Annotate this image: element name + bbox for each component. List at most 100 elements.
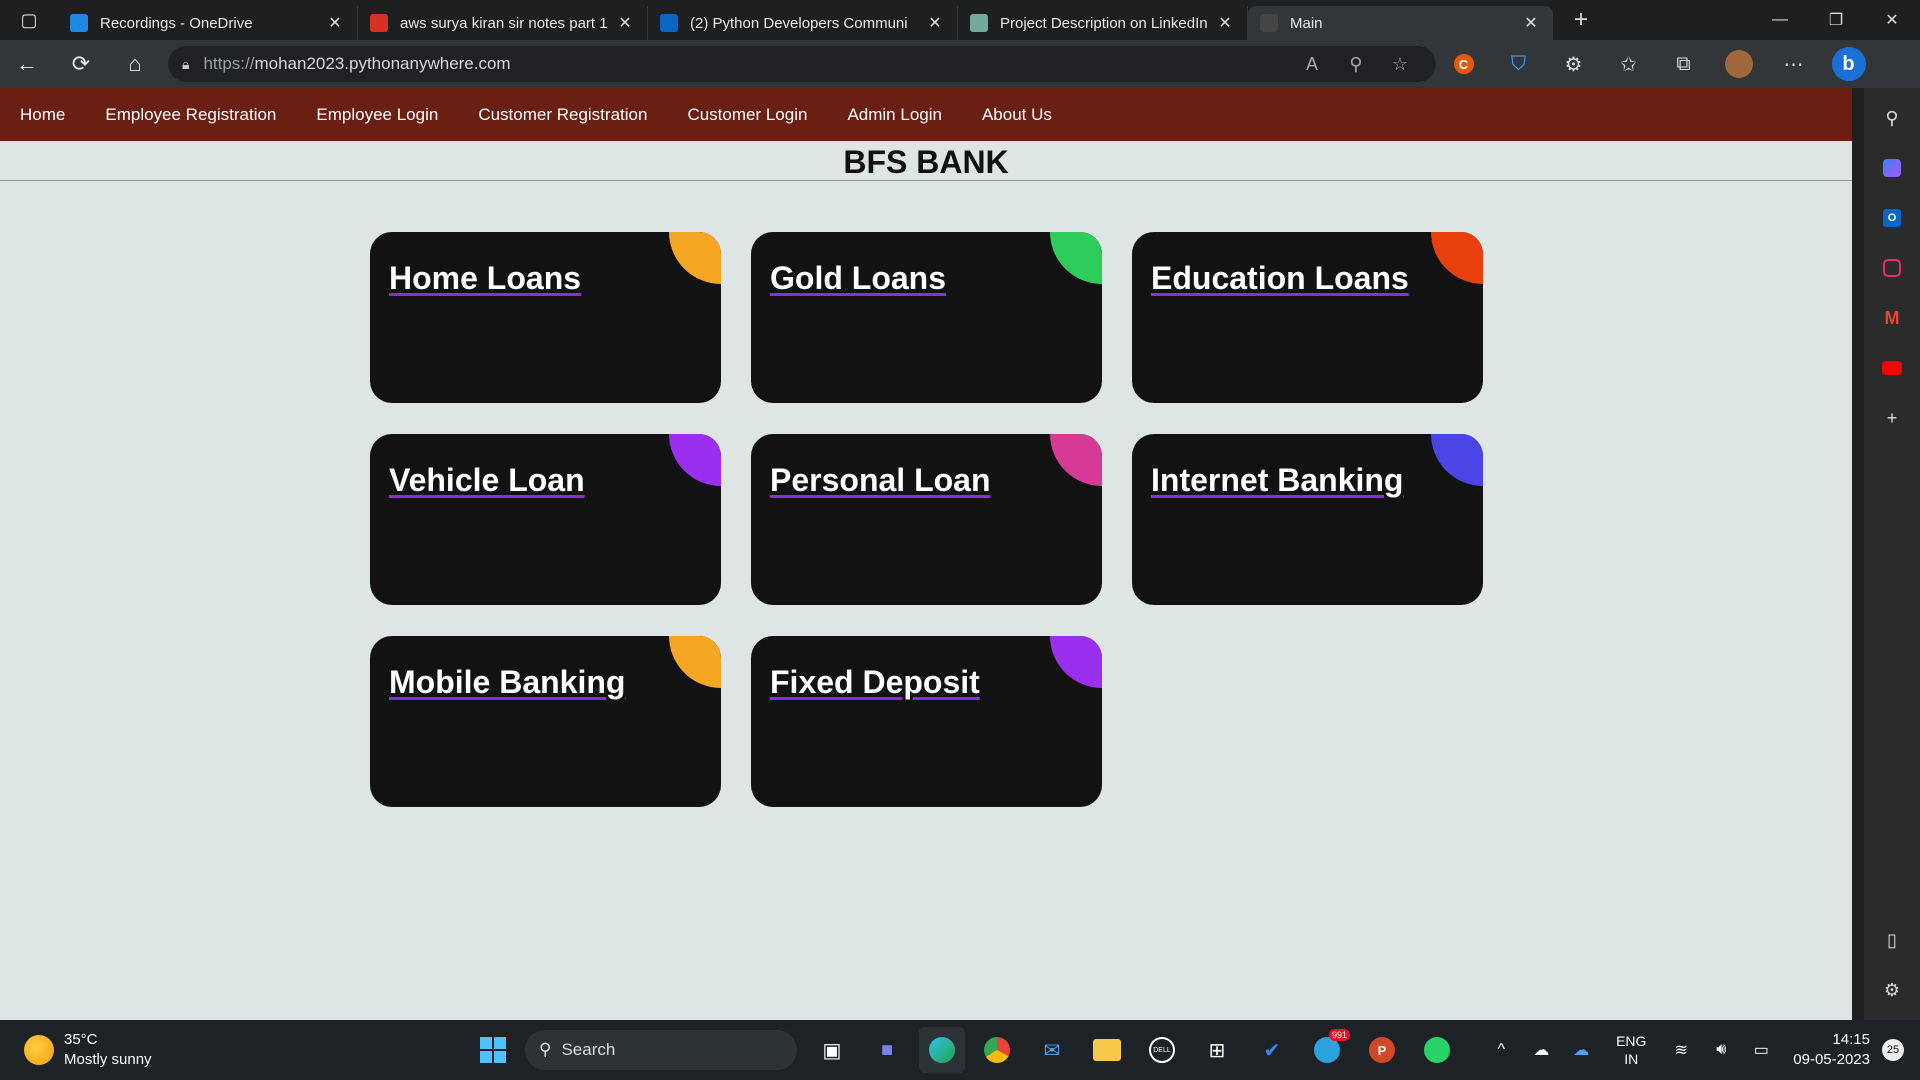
add-sidebar-app-icon[interactable]: +: [1872, 398, 1912, 438]
service-card-gold-loans[interactable]: Gold Loans: [751, 232, 1102, 403]
tab-title: (2) Python Developers Communi: [690, 14, 908, 32]
favorites-icon[interactable]: ✩: [1601, 44, 1656, 84]
close-tab-icon[interactable]: ✕: [615, 13, 635, 33]
nav-link-employee-login[interactable]: Employee Login: [316, 105, 438, 125]
minimize-button[interactable]: —: [1752, 0, 1808, 40]
collections-icon[interactable]: ⧉: [1656, 44, 1711, 84]
card-title-link[interactable]: Education Loans: [1151, 260, 1409, 297]
sidebar-toggle-icon[interactable]: ▯: [1872, 920, 1912, 960]
browser-tab[interactable]: Project Description on LinkedIn ✕: [958, 6, 1248, 40]
nav-link-admin-login[interactable]: Admin Login: [847, 105, 942, 125]
browser-tab[interactable]: aws surya kiran sir notes part 1.p ✕: [358, 6, 648, 40]
bing-chat-icon[interactable]: b: [1821, 44, 1876, 84]
browser-tab[interactable]: Recordings - OneDrive ✕: [58, 6, 358, 40]
profile-avatar[interactable]: [1711, 44, 1766, 84]
whatsapp-icon[interactable]: [1414, 1027, 1460, 1073]
todo-icon[interactable]: ✔: [1249, 1027, 1295, 1073]
tab-title: Recordings - OneDrive: [100, 14, 253, 32]
service-card-education-loans[interactable]: Education Loans: [1132, 232, 1483, 403]
close-window-button[interactable]: ✕: [1864, 0, 1920, 40]
restore-button[interactable]: ❐: [1808, 0, 1864, 40]
add-favorite-icon[interactable]: ☆: [1378, 54, 1422, 75]
clock-time: 14:15: [1832, 1031, 1870, 1048]
service-card-internet-banking[interactable]: Internet Banking: [1132, 434, 1483, 605]
gmail-icon[interactable]: M: [1872, 298, 1912, 338]
browser-tab[interactable]: Main ✕: [1248, 6, 1553, 40]
search-icon[interactable]: ⚲: [1872, 98, 1912, 138]
outlook-icon[interactable]: O: [1872, 198, 1912, 238]
microsoft-store-icon[interactable]: ⊞: [1194, 1027, 1240, 1073]
page-icon: [1260, 14, 1278, 32]
service-card-vehicle-loan[interactable]: Vehicle Loan: [370, 434, 721, 605]
nav-link-customer-login[interactable]: Customer Login: [687, 105, 807, 125]
card-title-link[interactable]: Home Loans: [389, 260, 581, 297]
mail-icon[interactable]: ✉: [1029, 1027, 1075, 1073]
card-title-link[interactable]: Internet Banking: [1151, 462, 1403, 499]
home-button[interactable]: ⌂: [108, 44, 162, 84]
linkedin-icon: [660, 14, 678, 32]
onedrive-icon[interactable]: ☁: [1561, 1040, 1601, 1060]
browser-sidebar: ⚲ O M + ▯ ⚙: [1864, 88, 1920, 1020]
service-card-personal-loan[interactable]: Personal Loan: [751, 434, 1102, 605]
language-code: ENG: [1616, 1033, 1647, 1049]
nav-link-customer-registration[interactable]: Customer Registration: [478, 105, 647, 125]
shield-extension-icon[interactable]: ⛉: [1491, 44, 1546, 84]
taskbar-search[interactable]: ⚲ Search: [525, 1030, 797, 1070]
task-view-icon[interactable]: ▣: [809, 1027, 855, 1073]
nav-link-home[interactable]: Home: [20, 105, 65, 125]
volume-icon[interactable]: 🔊︎: [1701, 1041, 1741, 1059]
settings-gear-icon[interactable]: ⚙: [1872, 970, 1912, 1010]
youtube-icon[interactable]: [1872, 348, 1912, 388]
close-tab-icon[interactable]: ✕: [1215, 13, 1235, 33]
card-title-link[interactable]: Personal Loan: [770, 462, 991, 499]
chrome-icon[interactable]: [974, 1027, 1020, 1073]
nav-link-employee-registration[interactable]: Employee Registration: [105, 105, 276, 125]
address-bar[interactable]: 🔒︎ https://mohan2023.pythonanywhere.com …: [168, 46, 1436, 82]
start-icon[interactable]: [470, 1027, 516, 1073]
card-accent-corner: [1050, 232, 1102, 284]
battery-icon[interactable]: ▭: [1741, 1040, 1781, 1060]
wifi-icon[interactable]: ≋: [1661, 1040, 1701, 1060]
card-title-link[interactable]: Gold Loans: [770, 260, 946, 297]
copilot-icon[interactable]: [1872, 148, 1912, 188]
card-title-link[interactable]: Mobile Banking: [389, 664, 625, 701]
service-card-home-loans[interactable]: Home Loans: [370, 232, 721, 403]
card-accent-corner: [1431, 434, 1483, 486]
onedrive-warning-icon[interactable]: ☁: [1521, 1040, 1561, 1060]
close-tab-icon[interactable]: ✕: [325, 13, 345, 33]
language-indicator[interactable]: ENG IN: [1601, 1032, 1661, 1068]
zoom-icon[interactable]: ⚲: [1334, 54, 1378, 75]
service-card-fixed-deposit[interactable]: Fixed Deposit: [751, 636, 1102, 807]
more-options-icon[interactable]: ⋯: [1766, 44, 1821, 84]
card-accent-corner: [1050, 636, 1102, 688]
weather-widget[interactable]: 35°C Mostly sunny: [24, 1030, 152, 1070]
coupon-extension-icon[interactable]: C: [1436, 44, 1491, 84]
refresh-button[interactable]: ⟳: [54, 44, 108, 84]
clock[interactable]: 14:15 09-05-2023: [1793, 1030, 1870, 1070]
tab-list: Recordings - OneDrive ✕ aws surya kiran si…: [58, 0, 1553, 40]
card-title-link[interactable]: Fixed Deposit: [770, 664, 980, 701]
service-card-mobile-banking[interactable]: Mobile Banking: [370, 636, 721, 807]
card-accent-corner: [1431, 232, 1483, 284]
file-explorer-icon[interactable]: [1084, 1027, 1130, 1073]
notification-count[interactable]: 25: [1882, 1039, 1904, 1061]
back-button[interactable]: ←: [0, 44, 54, 84]
telegram-icon[interactable]: 991: [1304, 1027, 1350, 1073]
teams-chat-icon[interactable]: ■: [864, 1027, 910, 1073]
close-tab-icon[interactable]: ✕: [1521, 13, 1541, 33]
nav-link-about-us[interactable]: About Us: [982, 105, 1052, 125]
tab-actions-button[interactable]: ▢: [0, 0, 58, 40]
browser-tab[interactable]: (2) Python Developers Communi ✕: [648, 6, 958, 40]
card-title-link[interactable]: Vehicle Loan: [389, 462, 585, 499]
edge-icon[interactable]: [919, 1027, 965, 1073]
powerpoint-icon[interactable]: P: [1359, 1027, 1405, 1073]
close-tab-icon[interactable]: ✕: [925, 13, 945, 33]
new-tab-button[interactable]: +: [1561, 3, 1601, 37]
dell-icon[interactable]: DELL: [1139, 1027, 1185, 1073]
instagram-icon[interactable]: [1872, 248, 1912, 288]
taskbar-apps: ⚲ Search ▣ ■ ✉ DELL ⊞ ✔ 991 P: [470, 1027, 1469, 1073]
extensions-icon[interactable]: ⚙: [1546, 44, 1601, 84]
card-accent-corner: [1050, 434, 1102, 486]
read-aloud-icon[interactable]: A: [1290, 54, 1334, 75]
chevron-up-icon[interactable]: ^: [1481, 1041, 1521, 1059]
